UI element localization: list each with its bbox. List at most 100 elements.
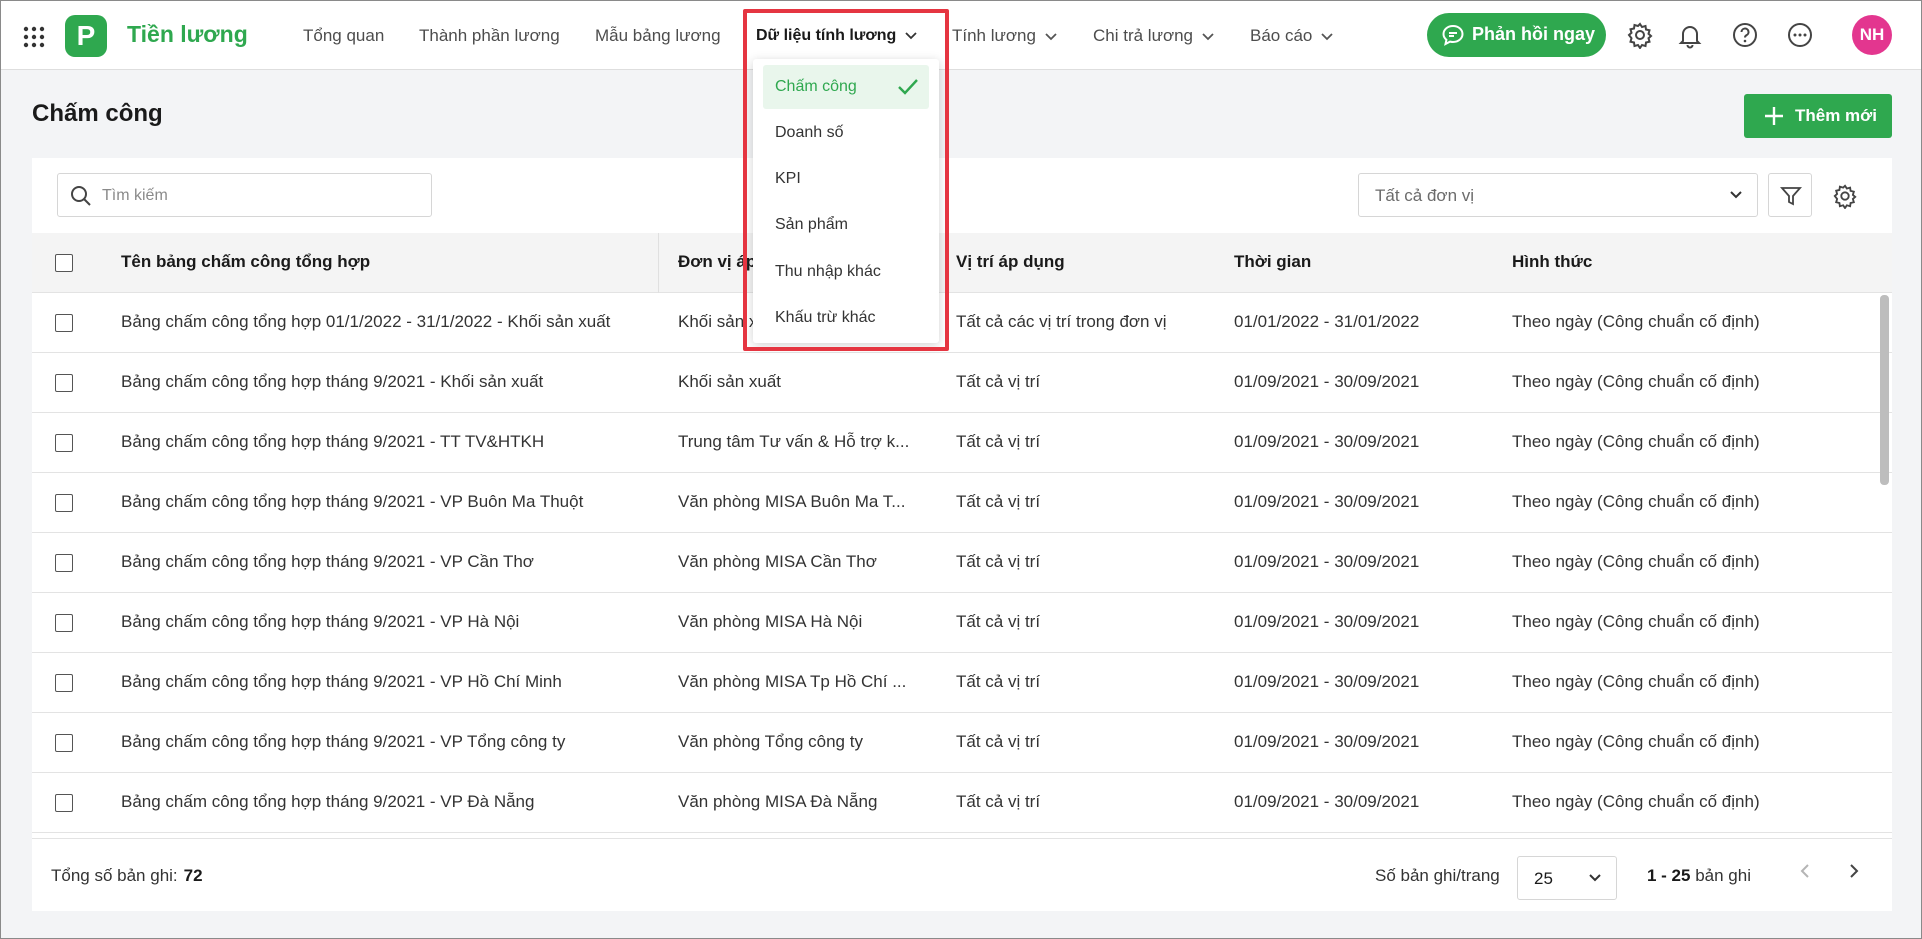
column-header-name[interactable]: Tên bảng chấm công tổng hợp [121,252,370,272]
search-box[interactable] [57,173,432,217]
row-checkbox[interactable] [55,434,73,452]
filter-button[interactable] [1768,173,1812,217]
cell-name: Bảng chấm công tổng hợp tháng 9/2021 - V… [121,672,562,691]
cell-name: Bảng chấm công tổng hợp tháng 9/2021 - V… [121,492,584,511]
total-records: Tổng số bản ghi: 72 [51,866,203,886]
cell-type: Theo ngày (Công chuẩn cố định) [1512,552,1760,571]
select-all-checkbox[interactable] [55,254,73,272]
records-per-page-label: Số bản ghi/trang [1375,866,1500,885]
nav-item-salary-payment[interactable]: Chi trả lương [1093,26,1214,46]
cell-name: Bảng chấm công tổng hợp tháng 9/2021 - V… [121,552,534,571]
add-new-button-label: Thêm mới [1795,106,1877,125]
chevron-right-icon[interactable] [1845,863,1861,879]
column-header-time[interactable]: Thời gian [1234,252,1311,272]
row-checkbox[interactable] [55,734,73,752]
row-checkbox[interactable] [55,554,73,572]
row-checkbox[interactable] [55,794,73,812]
chevron-down-icon [1730,191,1742,199]
cell-time: 01/09/2021 - 30/09/2021 [1234,792,1420,811]
logo-letter: P [76,20,96,51]
cell-time: 01/09/2021 - 30/09/2021 [1234,732,1420,751]
row-checkbox[interactable] [55,614,73,632]
table-row[interactable]: Bảng chấm công tổng hợp tháng 9/2021 - V… [32,713,1892,773]
table-header: Tên bảng chấm công tổng hợp Đơn vị áp dụ… [32,233,1892,293]
column-settings-icon[interactable] [1832,183,1858,209]
cell-time: 01/01/2022 - 31/01/2022 [1234,312,1420,331]
bell-icon[interactable] [1676,21,1704,49]
search-icon [71,186,91,206]
table-row[interactable]: Bảng chấm công tổng hợp tháng 9/2021 - V… [32,593,1892,653]
cell-position: Tất cả vị trí [956,372,1041,391]
table-row[interactable]: Bảng chấm công tổng hợp tháng 9/2021 - V… [32,533,1892,593]
app-logo[interactable]: P [65,15,107,57]
table-row[interactable]: Bảng chấm công tổng hợp tháng 9/2021 - V… [32,653,1892,713]
chevron-down-icon [1202,32,1214,40]
chevron-down-icon [1045,32,1057,40]
table-row[interactable]: Bảng chấm công tổng hợp tháng 9/2021 - V… [32,773,1892,833]
chevron-down-icon [1321,32,1334,40]
cell-name: Bảng chấm công tổng hợp 01/1/2022 - 31/1… [121,312,611,331]
cell-time: 01/09/2021 - 30/09/2021 [1234,372,1420,391]
table-row[interactable]: Bảng chấm công tổng hợp tháng 9/2021 - K… [32,353,1892,413]
cell-name: Bảng chấm công tổng hợp tháng 9/2021 - V… [121,792,535,811]
cell-type: Theo ngày (Công chuẩn cố định) [1512,372,1760,391]
row-checkbox[interactable] [55,314,73,332]
cell-position: Tất cả vị trí [956,732,1041,751]
app-name[interactable]: Tiền lương [127,21,248,48]
app-grid-icon[interactable] [23,26,45,48]
filter-icon [1780,187,1802,206]
cell-position: Tất cả vị trí [956,432,1041,451]
cell-position: Tất cả vị trí [956,492,1041,511]
cell-position: Tất cả vị trí [956,672,1041,691]
cell-unit: Văn phòng MISA Tp Hồ Chí ... [678,672,907,691]
chat-icon [1442,24,1464,46]
record-range-value: 1 - 25 [1647,866,1691,885]
search-input[interactable] [102,184,422,208]
nav-item-reports[interactable]: Báo cáo [1250,26,1334,46]
record-range-suffix: bản ghi [1695,866,1751,885]
top-navigation-bar: P Tiền lương Tổng quan Thành phần lương … [1,1,1921,70]
row-checkbox[interactable] [55,374,73,392]
help-icon[interactable] [1731,21,1759,49]
cell-position: Tất cả vị trí [956,612,1041,631]
highlight-annotation-box [743,9,949,351]
cell-unit: Văn phòng MISA Cần Thơ [678,552,877,571]
cell-type: Theo ngày (Công chuẩn cố định) [1512,672,1760,691]
cell-unit: Văn phòng MISA Buôn Ma T... [678,492,906,511]
unit-select[interactable]: Tất cả đơn vị [1358,173,1758,217]
column-header-type[interactable]: Hình thức [1512,252,1592,272]
cell-type: Theo ngày (Công chuẩn cố định) [1512,612,1760,631]
page-title: Chấm công [32,100,163,127]
nav-item-reports-label: Báo cáo [1250,26,1313,45]
column-header-position[interactable]: Vị trí áp dụng [956,252,1065,272]
cell-time: 01/09/2021 - 30/09/2021 [1234,612,1420,631]
nav-item-calculate-salary[interactable]: Tính lương [952,26,1057,46]
nav-item-salary-templates[interactable]: Mẫu bảng lương [595,26,721,46]
add-new-button[interactable]: Thêm mới [1744,94,1892,138]
unit-select-value: Tất cả đơn vị [1375,186,1475,205]
more-icon[interactable] [1786,21,1814,49]
cell-type: Theo ngày (Công chuẩn cố định) [1512,732,1760,751]
table-row[interactable]: Bảng chấm công tổng hợp tháng 9/2021 - V… [32,473,1892,533]
table-scrollbar[interactable] [1880,295,1889,485]
table-row[interactable]: Bảng chấm công tổng hợp 01/1/2022 - 31/1… [32,293,1892,353]
nav-item-salary-components[interactable]: Thành phần lương [419,26,560,46]
cell-time: 01/09/2021 - 30/09/2021 [1234,492,1420,511]
records-per-page-select[interactable]: 25 [1517,856,1617,900]
cell-position: Tất cả vị trí [956,792,1041,811]
cell-unit: Khối sản xuất [678,372,782,391]
nav-item-overview[interactable]: Tổng quan [303,26,384,46]
cell-position: Tất cả các vị trí trong đơn vị [956,312,1167,331]
cell-name: Bảng chấm công tổng hợp tháng 9/2021 - V… [121,732,566,751]
feedback-button[interactable]: Phản hồi ngay [1427,13,1606,57]
avatar[interactable]: NH [1852,15,1892,55]
cell-type: Theo ngày (Công chuẩn cố định) [1512,492,1760,511]
row-checkbox[interactable] [55,494,73,512]
cell-time: 01/09/2021 - 30/09/2021 [1234,432,1420,451]
chevron-left-icon[interactable] [1798,863,1814,879]
gear-icon[interactable] [1626,21,1654,49]
cell-time: 01/09/2021 - 30/09/2021 [1234,672,1420,691]
table-row[interactable]: Bảng chấm công tổng hợp tháng 9/2021 - T… [32,413,1892,473]
cell-type: Theo ngày (Công chuẩn cố định) [1512,432,1760,451]
row-checkbox[interactable] [55,674,73,692]
